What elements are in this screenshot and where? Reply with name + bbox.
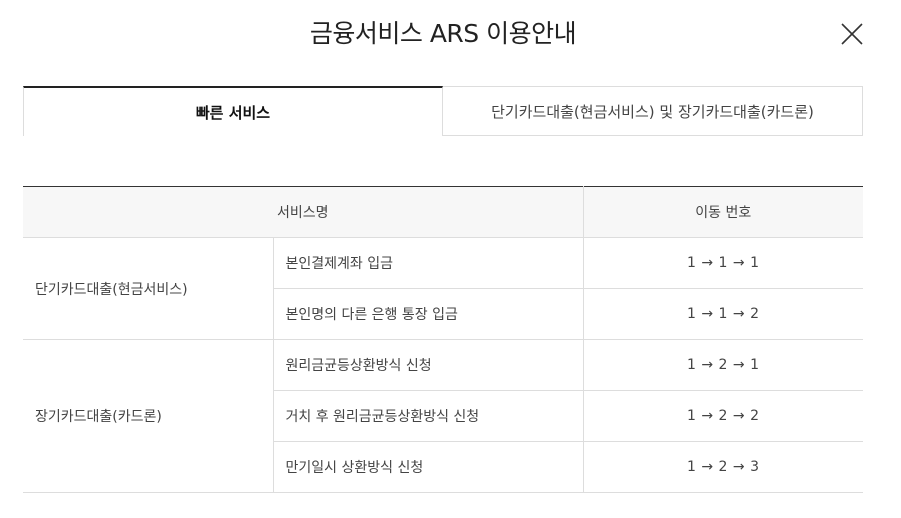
ars-number-cell: 1 → 2 → 3: [583, 441, 863, 493]
group-cash-service: 단기카드대출(현금서비스): [23, 237, 274, 340]
service-name-cell: 원리금균등상환방식 신청: [273, 339, 584, 391]
tab-quick-service[interactable]: 빠른 서비스: [23, 86, 443, 136]
service-name-cell: 거치 후 원리금균등상환방식 신청: [273, 390, 584, 442]
table-row: 장기카드대출(카드론) 원리금균등상환방식 신청 1 → 2 → 1: [23, 339, 863, 493]
header-service-name: 서비스명: [23, 186, 584, 238]
tab-card-loan[interactable]: 단기카드대출(현금서비스) 및 장기카드대출(카드론): [443, 86, 863, 136]
ars-number-cell: 1 → 1 → 2: [583, 288, 863, 340]
ars-number-cell: 1 → 1 → 1: [583, 237, 863, 289]
ars-table: 서비스명 이동 번호 단기카드대출(현금서비스) 본인결제계좌 입금 1 → 1…: [23, 186, 863, 493]
close-button[interactable]: [840, 22, 864, 46]
modal-title: 금융서비스 ARS 이용안내: [309, 19, 577, 48]
header-number: 이동 번호: [583, 186, 863, 238]
service-name-cell: 만기일시 상환방식 신청: [273, 441, 584, 493]
table-header-row: 서비스명 이동 번호: [23, 186, 863, 238]
close-icon: [841, 23, 863, 45]
ars-number-cell: 1 → 2 → 1: [583, 339, 863, 391]
table-row: 단기카드대출(현금서비스) 본인결제계좌 입금 1 → 1 → 1: [23, 237, 863, 340]
ars-guide-modal: 금융서비스 ARS 이용안내 빠른 서비스 단기카드대출(현금서비스) 및 장기…: [0, 0, 901, 518]
ars-number-cell: 1 → 2 → 2: [583, 390, 863, 442]
group-card-loan: 장기카드대출(카드론): [23, 339, 274, 493]
service-name-cell: 본인명의 다른 은행 통장 입금: [273, 288, 584, 340]
tab-bar: 빠른 서비스 단기카드대출(현금서비스) 및 장기카드대출(카드론): [23, 86, 863, 136]
service-name-cell: 본인결제계좌 입금: [273, 237, 584, 289]
